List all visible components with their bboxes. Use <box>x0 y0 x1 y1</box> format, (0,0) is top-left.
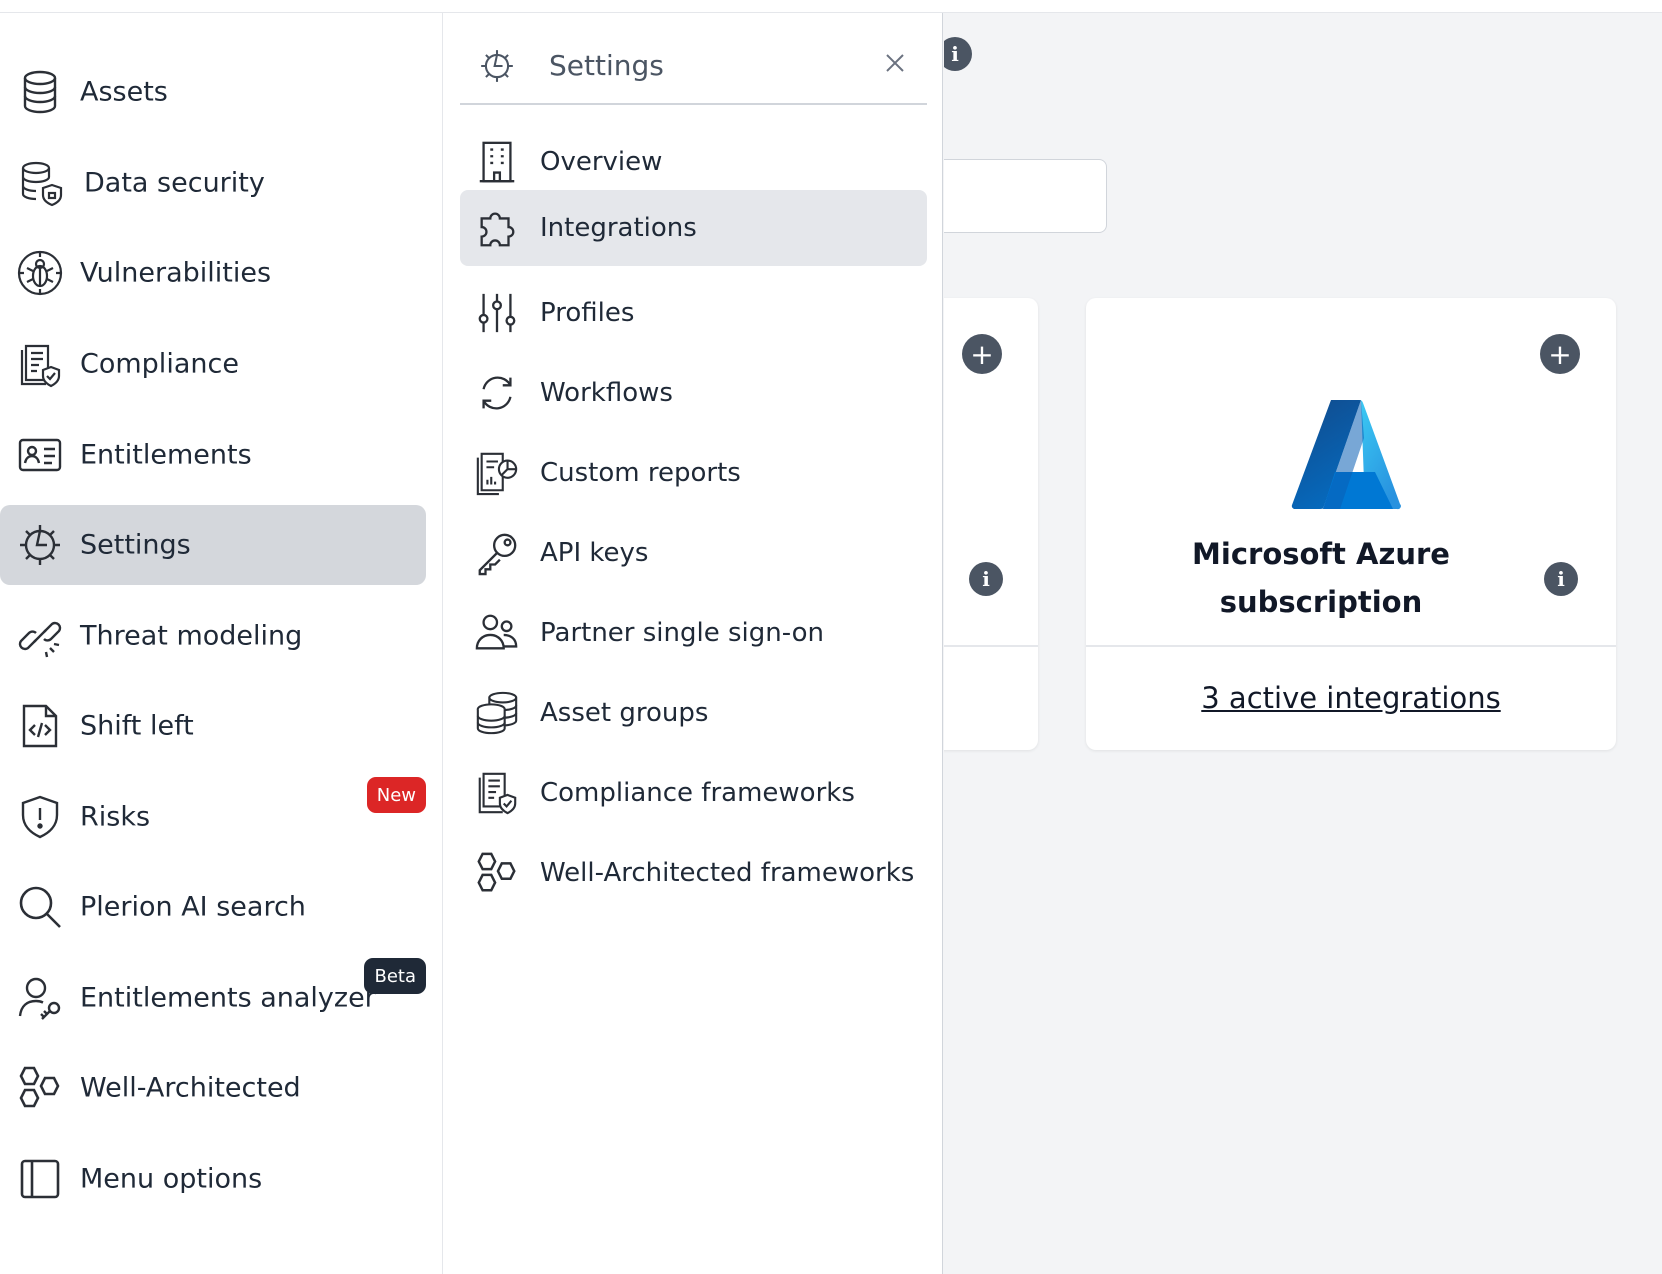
sidebar-item-label: Data security <box>84 167 265 199</box>
card-divider <box>944 645 1038 647</box>
shield-alert-icon <box>14 791 66 843</box>
settings-panel-header: Settings <box>460 29 927 105</box>
settings-item-api-keys[interactable]: API keys <box>460 513 927 593</box>
search-input[interactable] <box>944 159 1107 233</box>
sidebar-item-compliance[interactable]: Compliance <box>0 324 426 404</box>
settings-item-label: API keys <box>540 538 649 568</box>
database-shield-icon <box>14 157 66 209</box>
card-divider <box>1086 645 1616 647</box>
search-icon <box>14 881 66 933</box>
settings-item-compliance-frameworks[interactable]: Compliance frameworks <box>460 753 927 833</box>
hexagons-icon <box>14 1062 66 1114</box>
settings-item-label: Profiles <box>540 298 635 328</box>
settings-item-well-architected-frameworks[interactable]: Well-Architected frameworks <box>460 833 927 913</box>
card-title-line2: subscription <box>1219 585 1423 619</box>
gear-icon <box>14 519 66 571</box>
main-content: i + i + Microsoft Azure subscription i 3… <box>944 13 1662 1274</box>
settings-item-workflows[interactable]: Workflows <box>460 353 927 433</box>
document-shield-icon <box>472 768 522 818</box>
sidebar-item-entitlements[interactable]: Entitlements <box>0 415 426 495</box>
database-icon <box>14 66 66 118</box>
new-badge: New <box>366 777 426 813</box>
sidebar-item-ai-search[interactable]: Plerion AI search <box>0 867 426 947</box>
key-icon <box>472 528 522 578</box>
settings-item-asset-groups[interactable]: Asset groups <box>460 673 927 753</box>
hexagons-icon <box>472 848 522 898</box>
sidebar-item-shift-left[interactable]: Shift left <box>0 686 426 766</box>
settings-item-custom-reports[interactable]: Custom reports <box>460 433 927 513</box>
settings-item-partner-sso[interactable]: Partner single sign-on <box>460 593 927 673</box>
building-icon <box>472 137 522 187</box>
sidebar-item-label: Shift left <box>80 710 194 742</box>
settings-panel: Settings Overview Integrations Profiles … <box>443 13 943 1274</box>
settings-item-label: Compliance frameworks <box>540 778 855 808</box>
settings-item-label: Integrations <box>540 213 697 243</box>
main-sidebar: Assets Data security Vulnerabilities Com… <box>0 13 443 1274</box>
azure-integration-card: + Microsoft Azure subscription i 3 activ… <box>1086 298 1616 750</box>
sidebar-item-threat-modeling[interactable]: Threat modeling <box>0 596 426 676</box>
settings-item-label: Asset groups <box>540 698 709 728</box>
sidebar-item-menu-options[interactable]: Menu options <box>0 1139 426 1219</box>
settings-panel-title: Settings <box>549 49 664 82</box>
active-integrations-link[interactable]: 3 active integrations <box>1086 681 1616 715</box>
sidebar-item-label: Well-Architected <box>80 1072 301 1104</box>
settings-item-label: Custom reports <box>540 458 741 488</box>
sidebar-item-label: Menu options <box>80 1163 263 1195</box>
sidebar-item-label: Compliance <box>80 348 239 380</box>
close-icon[interactable] <box>881 49 909 77</box>
info-icon[interactable]: i <box>1544 562 1578 596</box>
sidebar-item-data-security[interactable]: Data security <box>0 143 426 223</box>
add-integration-button[interactable]: + <box>1540 334 1580 374</box>
document-shield-icon <box>14 338 66 390</box>
settings-item-label: Overview <box>540 147 663 177</box>
sidebar-item-label: Plerion AI search <box>80 891 306 923</box>
add-integration-button[interactable]: + <box>962 334 1002 374</box>
stacks-icon <box>472 688 522 738</box>
sidebar-item-label: Assets <box>80 76 168 108</box>
cycle-icon <box>472 368 522 418</box>
gear-icon <box>478 47 516 85</box>
info-icon[interactable]: i <box>944 37 972 71</box>
sidebar-item-label: Entitlements <box>80 439 252 471</box>
integration-card: + i <box>944 298 1038 750</box>
azure-logo <box>1291 398 1411 510</box>
user-key-icon <box>14 972 66 1024</box>
sidebar-item-label: Risks <box>80 801 151 833</box>
sliders-icon <box>472 288 522 338</box>
sidebar-item-vulnerabilities[interactable]: Vulnerabilities <box>0 233 426 313</box>
bug-icon <box>14 247 66 299</box>
sidebar-item-label: Entitlements analyzer <box>80 982 376 1014</box>
panel-icon <box>14 1153 66 1205</box>
sidebar-item-label: Settings <box>80 529 191 561</box>
users-icon <box>472 608 522 658</box>
settings-item-integrations[interactable]: Integrations <box>460 190 927 266</box>
settings-item-label: Well-Architected frameworks <box>540 858 915 888</box>
beta-badge: Beta <box>364 958 426 994</box>
sidebar-item-well-architected[interactable]: Well-Architected <box>0 1048 426 1128</box>
sidebar-item-entitlements-analyzer[interactable]: Entitlements analyzer Beta <box>0 958 426 1038</box>
settings-item-label: Workflows <box>540 378 673 408</box>
sidebar-item-settings[interactable]: Settings <box>0 505 426 585</box>
card-title: Microsoft Azure <box>1192 537 1450 571</box>
sidebar-item-label: Vulnerabilities <box>80 257 272 289</box>
id-card-icon <box>14 429 66 481</box>
top-bar <box>0 0 1662 13</box>
settings-item-label: Partner single sign-on <box>540 618 824 648</box>
puzzle-icon <box>472 203 522 253</box>
sidebar-item-risks[interactable]: Risks New <box>0 777 426 857</box>
sidebar-item-label: Threat modeling <box>80 620 303 652</box>
settings-item-profiles[interactable]: Profiles <box>460 273 927 353</box>
info-icon[interactable]: i <box>969 562 1003 596</box>
sidebar-item-assets[interactable]: Assets <box>0 52 426 132</box>
code-file-icon <box>14 700 66 752</box>
report-chart-icon <box>472 448 522 498</box>
broken-link-icon <box>14 610 66 662</box>
